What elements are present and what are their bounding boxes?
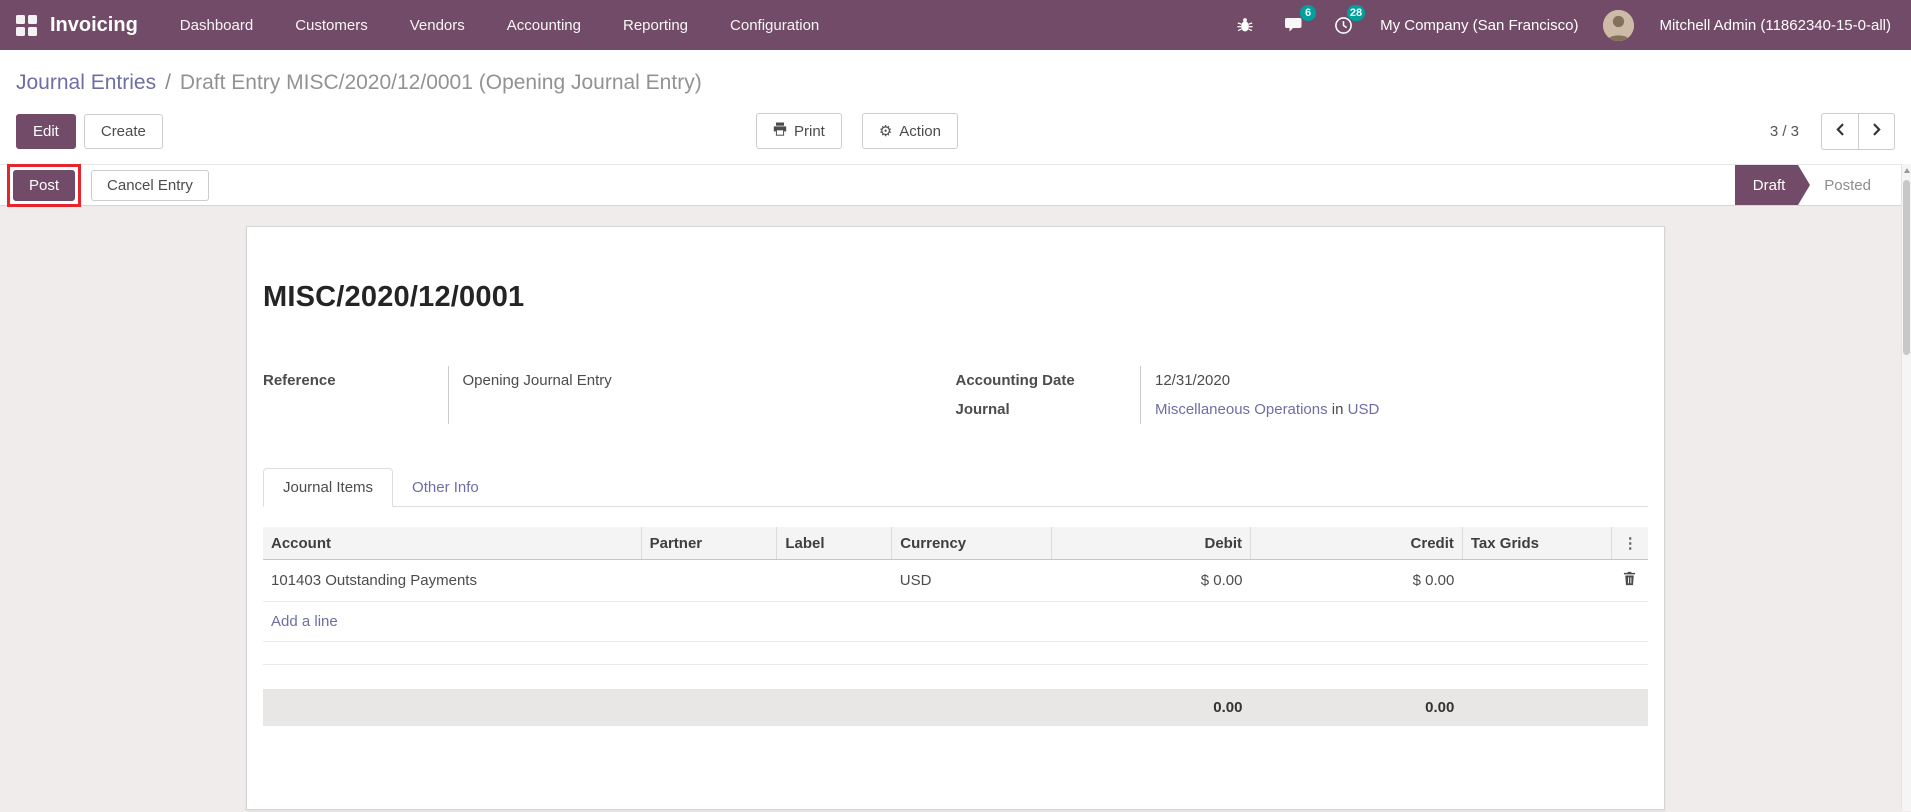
journal-label: Journal: [955, 401, 1010, 418]
col-header-currency: Currency: [891, 527, 1052, 560]
table-header-row: Account Partner Label Currency Debit Cre…: [263, 527, 1648, 560]
pager-value[interactable]: 3 / 3: [1770, 123, 1799, 140]
messages-badge: 6: [1300, 5, 1317, 21]
empty-row[interactable]: [263, 641, 1648, 665]
status-draft[interactable]: Draft: [1734, 165, 1810, 205]
accounting-date-value: 12/31/2020: [1140, 366, 1648, 395]
print-button[interactable]: Print: [756, 113, 842, 149]
reference-label: Reference: [263, 372, 336, 389]
nav-item-accounting[interactable]: Accounting: [507, 17, 581, 34]
vertical-scrollbar[interactable]: [1901, 164, 1911, 811]
control-panel: Journal Entries / Draft Entry MISC/2020/12…: [0, 50, 1911, 164]
top-navbar: Invoicing Dashboard Customers Vendors Ac…: [0, 0, 1911, 50]
col-header-partner: Partner: [641, 527, 778, 560]
gear-icon: ⚙: [878, 122, 893, 140]
cell-label: [776, 559, 892, 602]
annotation-highlight: Post: [7, 163, 82, 207]
nav-item-configuration[interactable]: Configuration: [730, 17, 819, 34]
tab-other-info[interactable]: Other Info: [393, 469, 498, 506]
journal-currency-link[interactable]: USD: [1348, 401, 1380, 418]
journal-connector: in: [1331, 401, 1344, 418]
col-header-tax-grids: Tax Grids: [1462, 527, 1613, 560]
cell-currency: USD: [891, 559, 1052, 602]
cell-tax-grids: [1462, 559, 1612, 602]
company-switcher[interactable]: My Company (San Francisco): [1380, 17, 1578, 34]
breadcrumb-separator: /: [165, 71, 171, 94]
debug-bug-icon[interactable]: [1233, 13, 1257, 37]
cell-debit: $ 0.00: [1051, 559, 1251, 602]
printer-icon: [773, 122, 787, 140]
post-button[interactable]: Post: [13, 169, 76, 201]
nav-item-customers[interactable]: Customers: [295, 17, 368, 34]
nav-item-dashboard[interactable]: Dashboard: [180, 17, 253, 34]
status-widget: Draft Posted: [1734, 165, 1885, 205]
field-group: Reference Opening Journal Entry Accounti…: [263, 366, 1648, 424]
scroll-up-arrow-icon[interactable]: [1903, 168, 1910, 173]
edit-button[interactable]: Edit: [16, 113, 76, 149]
optional-columns-kebab-icon[interactable]: ⋮: [1611, 527, 1648, 560]
main-menu: Dashboard Customers Vendors Accounting R…: [180, 17, 819, 34]
breadcrumb: Journal Entries / Draft Entry MISC/2020/12…: [16, 70, 1895, 96]
user-menu[interactable]: Mitchell Admin (11862340-15-0-all): [1659, 17, 1891, 34]
col-header-credit: Credit: [1250, 527, 1463, 560]
apps-menu-icon[interactable]: [16, 14, 37, 36]
activities-clock-icon[interactable]: 28: [1331, 5, 1366, 37]
cell-account: 101403 Outstanding Payments: [263, 559, 642, 602]
messages-chat-icon[interactable]: 6: [1282, 5, 1317, 37]
delete-row-button[interactable]: [1623, 571, 1636, 586]
cell-credit: $ 0.00: [1250, 559, 1463, 602]
reference-value: Opening Journal Entry: [447, 366, 956, 424]
chevron-right-icon: [1872, 123, 1882, 139]
col-header-account: Account: [263, 527, 642, 560]
cancel-entry-button[interactable]: Cancel Entry: [91, 169, 209, 201]
add-line-row: Add a line: [263, 601, 1648, 642]
cell-partner: [641, 559, 777, 602]
create-button[interactable]: Create: [83, 113, 163, 149]
tab-journal-items[interactable]: Journal Items: [263, 468, 394, 507]
notebook-tabs: Journal Items Other Info: [263, 468, 1648, 507]
pager-next-button[interactable]: [1858, 112, 1895, 150]
totals-row: 0.00 0.00: [263, 689, 1648, 726]
table-row[interactable]: 101403 Outstanding Payments USD $ 0.00 $…: [263, 559, 1648, 602]
pager-previous-button[interactable]: [1821, 112, 1858, 150]
breadcrumb-current: Draft Entry MISC/2020/12/0001 (Opening J…: [179, 71, 702, 94]
statusbar: Post Cancel Entry Draft Posted: [0, 163, 1911, 207]
app-name[interactable]: Invoicing: [50, 14, 138, 37]
chevron-left-icon: [1835, 123, 1845, 139]
status-posted[interactable]: Posted: [1798, 165, 1885, 205]
pager: 3 / 3: [1770, 112, 1895, 150]
col-header-label: Label: [776, 527, 893, 560]
entry-title: MISC/2020/12/0001: [263, 281, 525, 313]
trash-icon: [1623, 571, 1636, 589]
breadcrumb-journal-entries[interactable]: Journal Entries: [16, 71, 156, 94]
accounting-date-label: Accounting Date: [955, 372, 1075, 389]
content-area: MISC/2020/12/0001 Reference Opening Jour…: [0, 206, 1911, 812]
total-debit: 0.00: [1051, 689, 1251, 726]
journal-value: Miscellaneous Operations in USD: [1140, 395, 1648, 424]
form-sheet: MISC/2020/12/0001 Reference Opening Jour…: [246, 226, 1665, 810]
add-a-line-link[interactable]: Add a line: [271, 613, 338, 630]
col-header-debit: Debit: [1051, 527, 1251, 560]
nav-item-vendors[interactable]: Vendors: [410, 17, 465, 34]
journal-link[interactable]: Miscellaneous Operations: [1155, 401, 1328, 418]
action-button[interactable]: ⚙ Action: [861, 113, 958, 149]
scrollbar-thumb[interactable]: [1903, 180, 1910, 355]
total-credit: 0.00: [1250, 689, 1463, 726]
activities-badge: 28: [1346, 5, 1366, 21]
nav-item-reporting[interactable]: Reporting: [623, 17, 688, 34]
journal-items-table: Account Partner Label Currency Debit Cre…: [263, 527, 1648, 665]
user-avatar[interactable]: [1603, 9, 1635, 41]
